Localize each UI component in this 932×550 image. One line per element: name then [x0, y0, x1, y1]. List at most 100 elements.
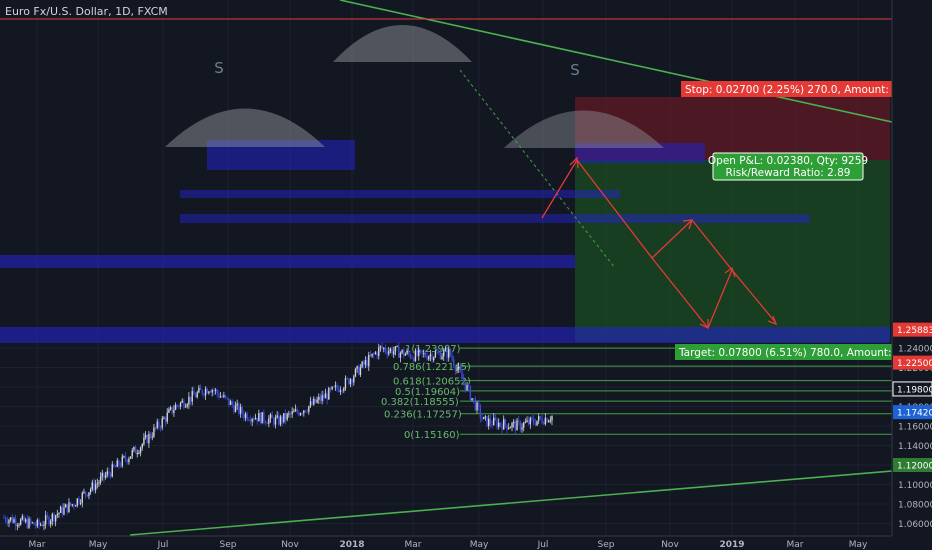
- time-tick-label: 2019: [719, 540, 744, 550]
- candle-body: [313, 398, 315, 405]
- candle-body: [527, 420, 530, 425]
- candle-body: [133, 446, 135, 451]
- candle-body: [526, 420, 528, 422]
- candle-body: [49, 521, 52, 525]
- candle-body: [178, 405, 180, 407]
- candle-body: [218, 393, 220, 398]
- candle-body: [258, 412, 260, 422]
- candle-body: [458, 366, 460, 369]
- candle-body: [88, 492, 90, 497]
- candle-body: [251, 418, 253, 422]
- candle-body: [381, 346, 383, 349]
- candle-body: [173, 409, 175, 413]
- candle-body: [114, 466, 117, 468]
- candle-body: [401, 349, 403, 353]
- candle-body: [54, 515, 57, 522]
- price-tick-label: 1.08000: [898, 501, 932, 511]
- candle-body: [59, 506, 62, 513]
- candle-body: [84, 491, 87, 495]
- candle-body: [214, 389, 217, 391]
- candle-body: [259, 412, 262, 424]
- candle-body: [203, 394, 205, 396]
- candle-body: [473, 398, 475, 400]
- candle-body: [119, 465, 122, 467]
- candle-body: [171, 407, 173, 413]
- candle-body: [266, 423, 268, 425]
- candle-body: [501, 425, 503, 430]
- candle-body: [354, 368, 357, 377]
- candle-body: [103, 472, 105, 478]
- candle-body: [198, 387, 200, 393]
- candle-body: [396, 346, 398, 348]
- candle-body: [338, 388, 340, 392]
- candle-body: [108, 471, 110, 474]
- chart-canvas[interactable]: 1(1.23987)0.786(1.22145)0.618(1.20652)0.…: [0, 0, 932, 550]
- candle-body: [403, 349, 405, 356]
- candle-body: [14, 519, 17, 526]
- candle-body: [291, 411, 293, 415]
- candle-body: [496, 419, 498, 428]
- candle-body: [33, 522, 35, 526]
- candle-body: [428, 356, 430, 360]
- candle-body: [63, 507, 65, 515]
- candle-body: [424, 352, 427, 357]
- candle-body: [448, 349, 450, 358]
- candle-body: [378, 347, 380, 356]
- candle-body: [109, 473, 112, 477]
- candle-body: [539, 416, 542, 419]
- candle-body: [143, 437, 145, 445]
- time-tick-label: Jul: [537, 540, 549, 550]
- candle-body: [201, 389, 203, 395]
- candle-body: [36, 519, 39, 526]
- candle-body: [176, 404, 178, 406]
- candle-body: [303, 410, 305, 414]
- candle-body: [148, 433, 150, 444]
- candle-body: [16, 525, 19, 527]
- price-badge-label: 1.17420: [897, 409, 932, 419]
- candle-body: [156, 421, 158, 428]
- fib-level-label: 0.382(1.18555): [381, 397, 459, 408]
- candle-body: [8, 519, 10, 524]
- candle-body: [216, 389, 218, 394]
- candle-body: [466, 385, 468, 391]
- candle-body: [11, 517, 14, 523]
- candle-body: [348, 378, 350, 385]
- candle-body: [128, 458, 130, 463]
- candle-body: [369, 354, 372, 357]
- candle-body: [6, 521, 9, 524]
- candle-body: [111, 464, 113, 477]
- candle-body: [221, 396, 223, 398]
- candle-body: [26, 519, 29, 528]
- candle-body: [273, 418, 275, 425]
- candle-body: [226, 397, 228, 399]
- candle-body: [164, 418, 167, 422]
- time-tick-label: Sep: [220, 540, 237, 550]
- candle-body: [229, 401, 232, 405]
- candle-body: [194, 395, 197, 398]
- candle-body: [278, 415, 280, 425]
- candle-body: [339, 390, 342, 392]
- candle-body: [373, 353, 375, 355]
- price-badge-label: 1.25883: [897, 326, 932, 336]
- candle-body: [199, 387, 202, 390]
- rr-label: Risk/Reward Ratio: 2.89: [726, 167, 851, 179]
- time-tick-label: May: [849, 540, 868, 550]
- candle-body: [328, 388, 330, 400]
- candle-body: [161, 418, 163, 428]
- candle-body: [438, 352, 440, 354]
- candle-body: [183, 400, 185, 408]
- demand-zone-mid: [0, 255, 575, 268]
- candle-body: [233, 405, 235, 413]
- time-tick-label: Jul: [157, 540, 169, 550]
- candle-body: [153, 427, 155, 437]
- candle-body: [483, 417, 485, 420]
- candle-body: [121, 456, 123, 467]
- candle-body: [43, 524, 45, 526]
- candle-body: [96, 483, 98, 485]
- candle-body: [159, 427, 162, 429]
- candle-body: [549, 420, 552, 422]
- candle-body: [271, 414, 273, 419]
- candle-body: [519, 421, 522, 430]
- candle-body: [394, 346, 397, 352]
- candle-body: [426, 356, 428, 360]
